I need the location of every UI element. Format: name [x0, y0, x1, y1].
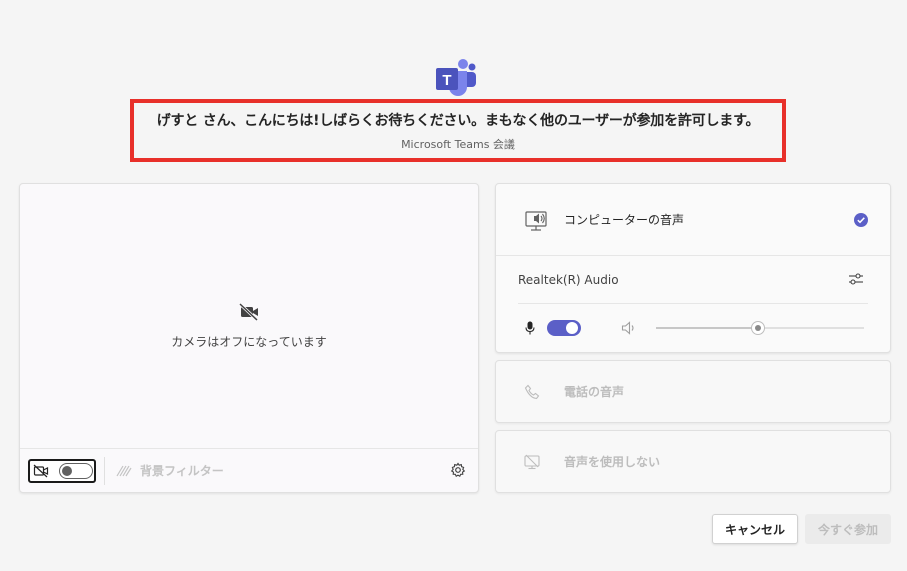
- camera-off-small-icon: [33, 464, 49, 477]
- camera-switch[interactable]: [59, 462, 93, 479]
- camera-off-icon: [239, 303, 259, 321]
- no-audio-label: 音声を使用しない: [564, 455, 661, 469]
- background-filter-icon: [116, 465, 132, 476]
- teams-logo-letter: T: [442, 72, 451, 89]
- background-filter-button[interactable]: 背景フィルター: [115, 462, 224, 479]
- volume-thumb[interactable]: [750, 321, 765, 335]
- phone-audio-option[interactable]: 電話の音声: [495, 360, 891, 423]
- audio-settings-sliders-icon[interactable]: [848, 272, 864, 286]
- phone-audio-label: 電話の音声: [564, 385, 625, 399]
- meeting-type-label: Microsoft Teams 会議: [401, 137, 515, 151]
- welcome-message: げすと さん、こんにちは!しばらくお待ちください。まもなく他のユーザーが参加を許…: [156, 112, 760, 129]
- video-toolbar: 背景フィルター: [20, 448, 478, 492]
- video-preview-area: カメラはオフになっています: [20, 184, 478, 449]
- audio-device-name: Realtek(R) Audio: [518, 272, 619, 287]
- join-now-button[interactable]: 今すぐ参加: [805, 514, 891, 544]
- no-audio-icon: [524, 454, 540, 469]
- speaker-volume-slider[interactable]: [656, 321, 864, 335]
- camera-off-text: カメラはオフになっています: [171, 335, 327, 349]
- cancel-button[interactable]: キャンセル: [712, 514, 798, 544]
- audio-device-row: Realtek(R) Audio: [518, 256, 868, 304]
- device-settings-gear-icon[interactable]: [450, 462, 466, 478]
- toolbar-divider: [104, 456, 105, 485]
- video-preview-panel: カメラはオフになっています 背景フィルター: [19, 183, 479, 493]
- teams-logo-icon: T: [436, 59, 476, 96]
- computer-audio-row[interactable]: コンピューターの音声: [496, 184, 890, 256]
- speaker-icon: [621, 321, 634, 335]
- computer-audio-label: コンピューターの音声: [564, 213, 685, 227]
- microphone-switch[interactable]: [547, 320, 581, 336]
- selected-check-icon: [854, 213, 868, 227]
- audio-controls-row: [496, 304, 890, 352]
- volume-fill: [656, 327, 758, 329]
- computer-audio-option[interactable]: コンピューターの音声 Realtek(R) Audio: [495, 183, 891, 353]
- no-audio-option[interactable]: 音声を使用しない: [495, 430, 891, 493]
- microphone-icon: [525, 321, 535, 335]
- computer-audio-icon: [525, 210, 547, 231]
- phone-icon: [524, 384, 540, 399]
- meeting-header: げすと さん、こんにちは!しばらくお待ちください。まもなく他のユーザーが参加を許…: [130, 99, 786, 162]
- pre-join-screen: T げすと さん、こんにちは!しばらくお待ちください。まもなく他のユーザーが参加…: [0, 0, 907, 571]
- camera-toggle[interactable]: [28, 458, 96, 483]
- background-filter-label: 背景フィルター: [140, 464, 224, 478]
